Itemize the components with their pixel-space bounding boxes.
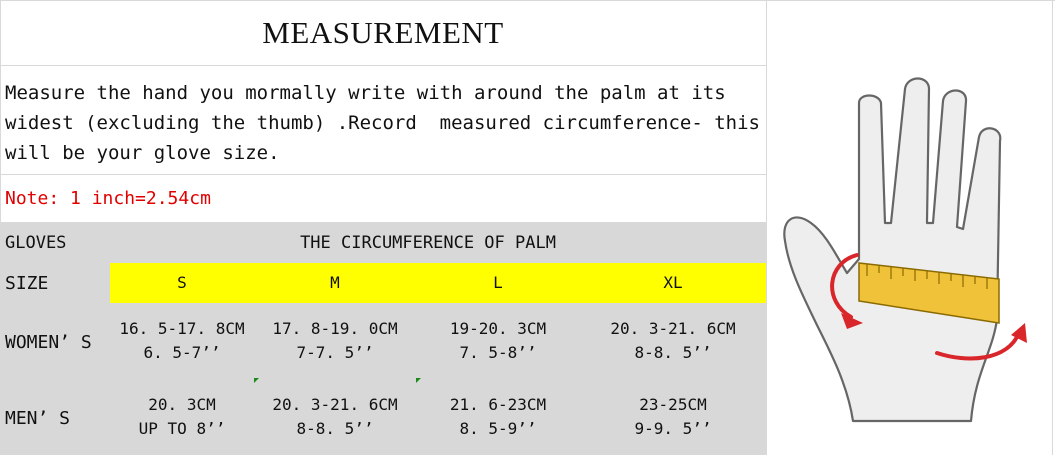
cell-inch: 8-8. 5’’ bbox=[634, 343, 712, 362]
cell-inch: 8. 5-9’’ bbox=[459, 419, 537, 438]
cell-cm: 17. 8-19. 0CM bbox=[272, 319, 398, 338]
size-table: GLOVES THE CIRCUMFERENCE OF PALM SIZE S … bbox=[0, 223, 766, 455]
table-cell: 20. 3-21. 6CM 8-8. 5’’ bbox=[254, 393, 416, 441]
group-header: THE CIRCUMFERENCE OF PALM bbox=[300, 233, 556, 253]
table-cell: 20. 3-21. 6CM 8-8. 5’’ bbox=[580, 317, 766, 365]
table-cell: 20. 3CM UP TO 8’’ bbox=[110, 393, 254, 441]
table-cell: 21. 6-23CM 8. 5-9’’ bbox=[416, 393, 580, 441]
hand-measuring-tape-icon bbox=[783, 77, 1027, 423]
cell-inch: 7. 5-8’’ bbox=[459, 343, 537, 362]
row-label-women: WOMEN’ S bbox=[5, 332, 92, 353]
cell-cm: 21. 6-23CM bbox=[449, 395, 547, 414]
table-cell: 19-20. 3CM 7. 5-8’’ bbox=[416, 317, 580, 365]
comment-marker-icon bbox=[254, 378, 259, 383]
row-label-men: MEN’ S bbox=[5, 408, 71, 429]
table-cell: 23-25CM 9-9. 5’’ bbox=[580, 393, 766, 441]
cell-inch: 6. 5-7’’ bbox=[143, 343, 221, 362]
table-cell: 17. 8-19. 0CM 7-7. 5’’ bbox=[254, 317, 416, 365]
comment-marker-icon bbox=[416, 378, 421, 383]
cell-cm: 20. 3-21. 6CM bbox=[610, 319, 736, 338]
cell-inch: 8-8. 5’’ bbox=[296, 419, 374, 438]
cell-inch: UP TO 8’’ bbox=[138, 419, 226, 438]
cell-cm: 19-20. 3CM bbox=[449, 319, 547, 338]
hand-illustration bbox=[767, 1, 1052, 455]
size-label: SIZE bbox=[5, 273, 49, 294]
cell-cm: 16. 5-17. 8CM bbox=[119, 319, 245, 338]
size-xl: XL bbox=[663, 273, 683, 292]
unit-note: Note: 1 inch=2.54cm bbox=[5, 188, 211, 209]
cell-cm: 23-25CM bbox=[639, 395, 707, 414]
cell-cm: 20. 3CM bbox=[148, 395, 216, 414]
cell-inch: 7-7. 5’’ bbox=[296, 343, 374, 362]
size-s: S bbox=[177, 273, 187, 292]
cell-cm: 20. 3-21. 6CM bbox=[272, 395, 398, 414]
cell-inch: 9-9. 5’’ bbox=[634, 419, 712, 438]
measurement-instruction: Measure the hand you mormally write with… bbox=[5, 82, 760, 164]
page-title: MEASUREMENT bbox=[262, 14, 504, 50]
corner-label: GLOVES bbox=[5, 233, 67, 253]
table-cell: 16. 5-17. 8CM 6. 5-7’’ bbox=[110, 317, 254, 365]
size-m: M bbox=[330, 273, 340, 292]
size-l: L bbox=[493, 273, 503, 292]
